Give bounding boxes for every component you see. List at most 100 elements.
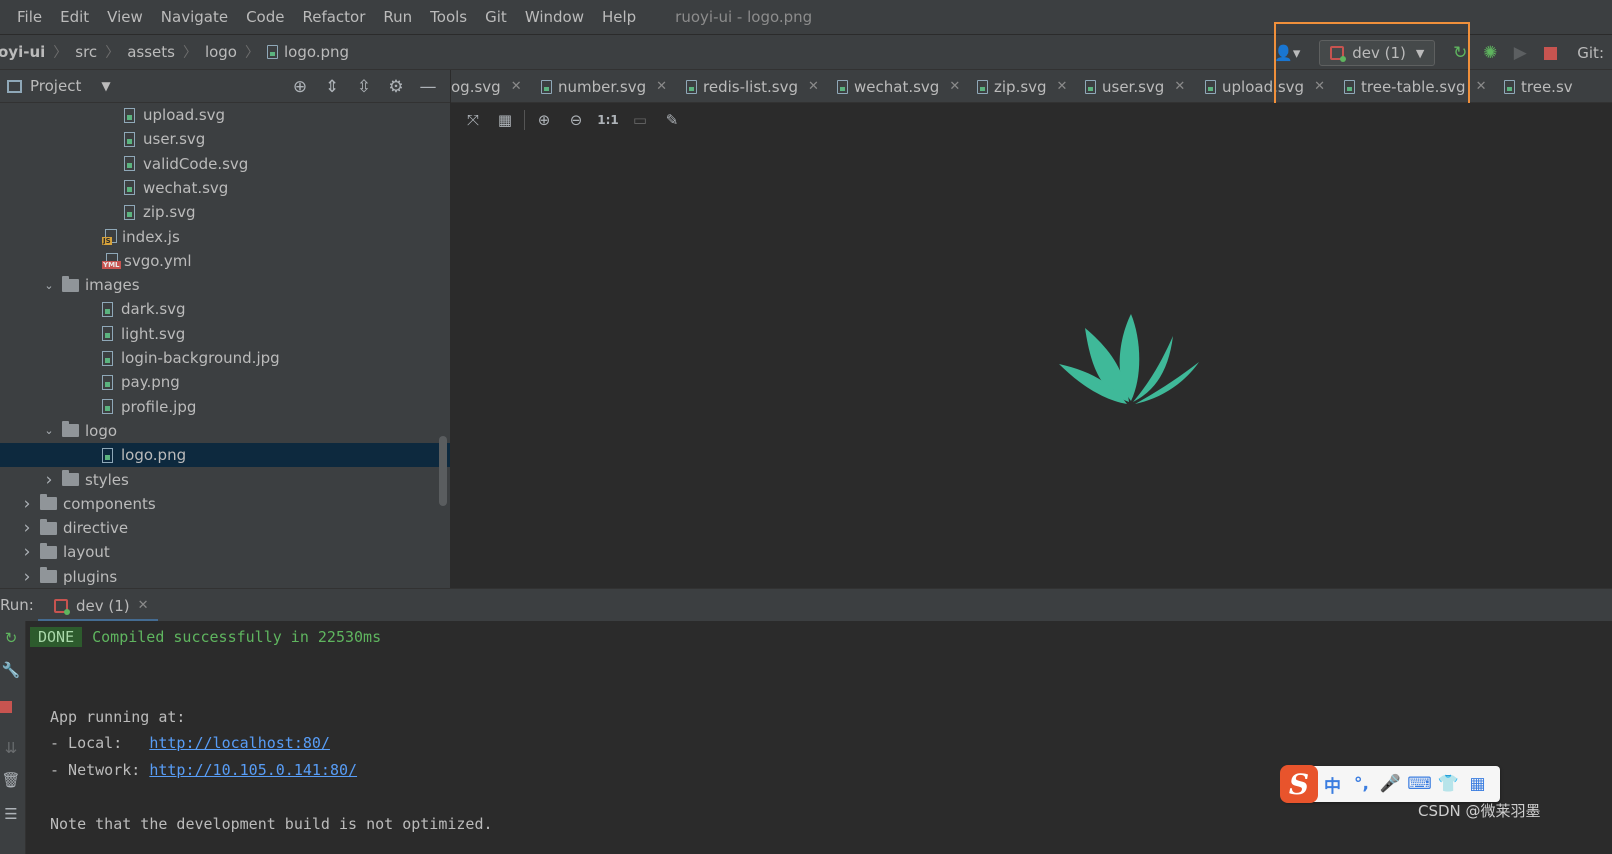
- fit-to-window-icon[interactable]: ⤧: [457, 111, 489, 129]
- chevron-down-icon[interactable]: ▼: [101, 79, 110, 93]
- user-account-icon[interactable]: 👤▾: [1269, 41, 1305, 65]
- tree-item[interactable]: › components: [0, 492, 450, 516]
- tree-item[interactable]: › directive: [0, 516, 450, 540]
- editor-tab[interactable]: zip.svg ✕: [977, 70, 1068, 102]
- project-title[interactable]: Project: [30, 77, 81, 95]
- zoom-out-icon[interactable]: ⊖: [560, 111, 592, 129]
- background-icon[interactable]: ▭: [624, 111, 656, 129]
- tree-item[interactable]: logo.png: [0, 443, 450, 468]
- tree-item[interactable]: ⌄ images: [0, 273, 450, 297]
- chevron-right-icon[interactable]: ›: [20, 494, 34, 514]
- tree-item[interactable]: dark.svg: [0, 297, 450, 321]
- tree-item[interactable]: › styles: [0, 468, 450, 492]
- breadcrumb-project[interactable]: oyi-ui: [0, 43, 45, 61]
- menu-edit[interactable]: Edit: [51, 8, 98, 26]
- chevron-down-icon[interactable]: ⌄: [42, 424, 56, 437]
- menu-refactor[interactable]: Refactor: [293, 8, 374, 26]
- image-file-icon: [124, 156, 135, 172]
- chevron-right-icon[interactable]: ›: [20, 542, 34, 562]
- scrollbar-thumb[interactable]: [439, 436, 447, 506]
- layout-icon[interactable]: ☰: [0, 805, 22, 823]
- trash-icon[interactable]: 🗑: [0, 771, 22, 789]
- chevron-down-icon[interactable]: ⌄: [42, 279, 56, 292]
- rerun-icon[interactable]: ↻: [0, 629, 22, 647]
- close-icon[interactable]: ✕: [138, 598, 149, 613]
- tree-item[interactable]: profile.jpg: [0, 395, 450, 419]
- tree-item[interactable]: wechat.svg: [0, 176, 450, 200]
- close-icon[interactable]: ✕: [656, 79, 667, 94]
- collapse-all-icon[interactable]: ⇳: [348, 77, 380, 97]
- menu-tools[interactable]: Tools: [421, 8, 476, 26]
- chevron-right-icon[interactable]: ›: [42, 470, 56, 490]
- tree-item[interactable]: pay.png: [0, 370, 450, 394]
- tree-item[interactable]: svgo.yml: [0, 249, 450, 273]
- scroll-to-end-icon[interactable]: ⇊: [0, 739, 22, 757]
- tree-item[interactable]: index.js: [0, 225, 450, 249]
- tree-item[interactable]: ⌄ logo: [0, 419, 450, 443]
- color-picker-icon[interactable]: ✎: [656, 111, 688, 129]
- menu-navigate[interactable]: Navigate: [152, 8, 237, 26]
- debug-icon[interactable]: ✺: [1475, 38, 1505, 68]
- close-icon[interactable]: ✕: [511, 79, 522, 94]
- gear-icon[interactable]: ⚙: [380, 77, 412, 97]
- editor-tab[interactable]: wechat.svg ✕: [837, 70, 960, 102]
- git-label[interactable]: Git:: [1577, 44, 1604, 62]
- menu-run[interactable]: Run: [374, 8, 421, 26]
- tree-item[interactable]: zip.svg: [0, 200, 450, 224]
- folder-icon: [62, 470, 79, 486]
- menu-help[interactable]: Help: [593, 8, 645, 26]
- skin-icon[interactable]: 👕: [1434, 774, 1463, 794]
- run-config-selector[interactable]: dev (1) ▼: [1319, 40, 1436, 66]
- microphone-icon[interactable]: 🎤: [1376, 774, 1405, 794]
- menu-git[interactable]: Git: [476, 8, 516, 26]
- chevron-right-icon[interactable]: ›: [20, 567, 34, 587]
- menu-file[interactable]: File: [0, 8, 51, 26]
- tree-item[interactable]: user.svg: [0, 127, 450, 151]
- tree-item[interactable]: upload.svg: [0, 103, 450, 127]
- ime-punctuation[interactable]: °,: [1347, 774, 1376, 794]
- breadcrumb-file[interactable]: logo.png: [284, 43, 349, 61]
- editor-tab[interactable]: user.svg ✕: [1085, 70, 1185, 102]
- local-url-link[interactable]: http://localhost:80/: [149, 734, 330, 752]
- ime-chinese-mode[interactable]: 中: [1318, 772, 1347, 797]
- locate-icon[interactable]: ⊕: [284, 77, 316, 97]
- menu-view[interactable]: View: [98, 8, 152, 26]
- editor-tab[interactable]: tree.sv: [1504, 70, 1573, 102]
- tree-item[interactable]: › layout: [0, 540, 450, 564]
- grid-icon[interactable]: ▦: [489, 111, 521, 129]
- stop-icon[interactable]: [1535, 38, 1565, 68]
- rerun-icon[interactable]: ↻: [1445, 38, 1475, 68]
- breadcrumb-logo[interactable]: logo: [205, 43, 237, 61]
- close-icon[interactable]: ✕: [1174, 79, 1185, 94]
- editor-tab[interactable]: tree-table.svg ✕: [1344, 70, 1487, 102]
- close-icon[interactable]: ✕: [1476, 79, 1487, 94]
- ime-logo[interactable]: S: [1280, 765, 1318, 803]
- run-tab[interactable]: dev (1) ✕: [38, 589, 158, 622]
- menu-window[interactable]: Window: [516, 8, 593, 26]
- menu-code[interactable]: Code: [237, 8, 293, 26]
- tree-item[interactable]: light.svg: [0, 322, 450, 346]
- editor-tab[interactable]: upload.svg ✕: [1205, 70, 1325, 102]
- chevron-right-icon[interactable]: ›: [20, 518, 34, 538]
- tree-item[interactable]: validCode.svg: [0, 152, 450, 176]
- breadcrumb-assets[interactable]: assets: [127, 43, 175, 61]
- close-icon[interactable]: ✕: [949, 79, 960, 94]
- breadcrumb-src[interactable]: src: [75, 43, 97, 61]
- editor-tab[interactable]: redis-list.svg ✕: [686, 70, 819, 102]
- close-icon[interactable]: ✕: [1314, 79, 1325, 94]
- editor-tab[interactable]: number.svg ✕: [541, 70, 667, 102]
- apps-grid-icon[interactable]: ▦: [1463, 774, 1492, 794]
- editor-tab[interactable]: og.svg ✕: [451, 70, 522, 102]
- actual-size-button[interactable]: 1:1: [592, 113, 624, 127]
- run-coverage-icon[interactable]: ▶: [1505, 38, 1535, 68]
- close-icon[interactable]: ✕: [1057, 79, 1068, 94]
- tree-item[interactable]: login-background.jpg: [0, 346, 450, 370]
- wrench-icon[interactable]: 🔧: [0, 661, 22, 679]
- zoom-in-icon[interactable]: ⊕: [528, 111, 560, 129]
- close-icon[interactable]: ✕: [808, 79, 819, 94]
- network-url-link[interactable]: http://10.105.0.141:80/: [149, 761, 357, 779]
- keyboard-icon[interactable]: ⌨: [1405, 774, 1434, 794]
- expand-all-icon[interactable]: ⇕: [316, 77, 348, 97]
- minimize-icon[interactable]: —: [412, 77, 444, 97]
- tree-item[interactable]: › plugins: [0, 565, 450, 589]
